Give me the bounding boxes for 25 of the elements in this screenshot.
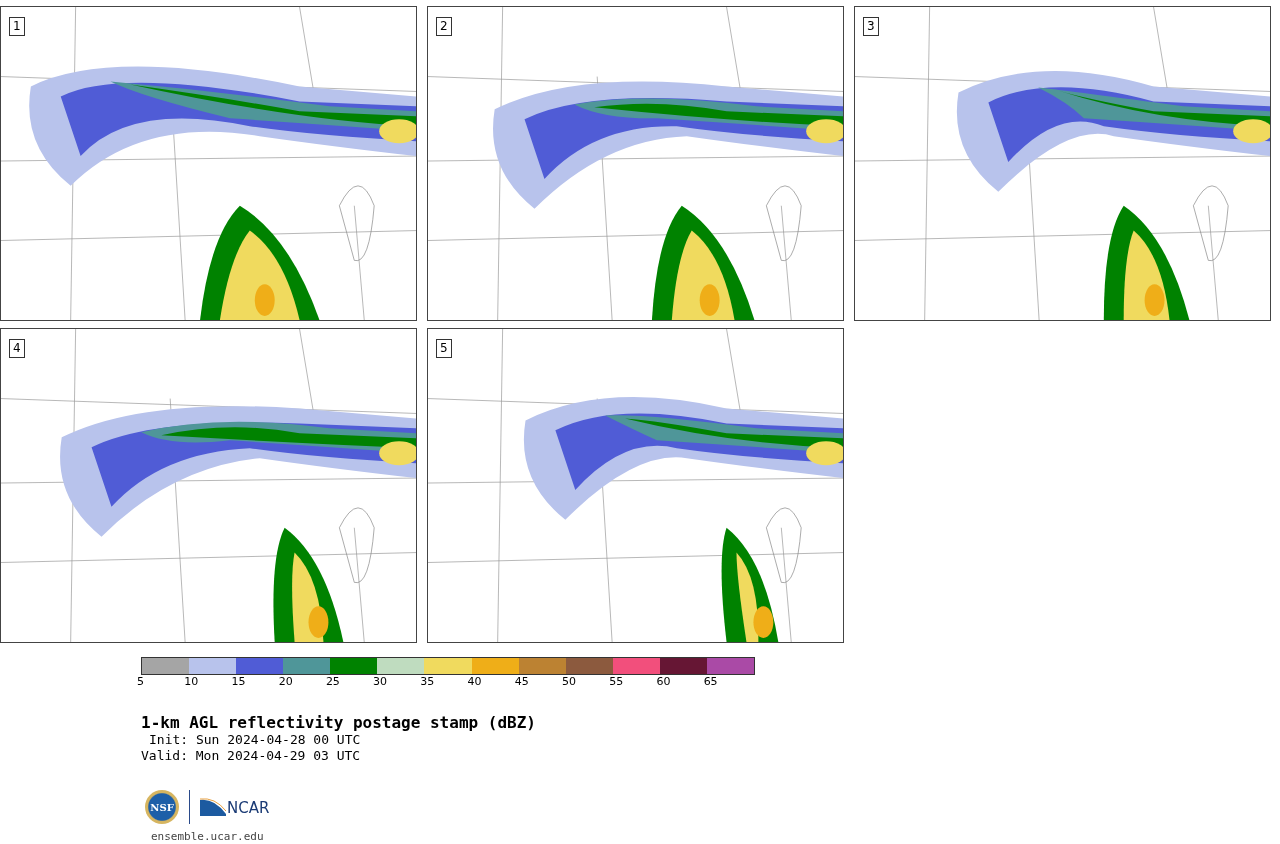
tick-label: 65: [703, 675, 718, 688]
tick-label: 40: [467, 675, 482, 688]
tick-label: 55: [609, 675, 624, 688]
tick-label: 15: [231, 675, 246, 688]
website-url: ensemble.ucar.edu: [151, 830, 265, 843]
init-time: Init: Sun 2024-04-28 00 UTC: [148, 732, 362, 748]
tick-label: 30: [373, 675, 388, 688]
tick-label: 20: [278, 675, 293, 688]
tick-label: 45: [514, 675, 529, 688]
tick-label: 50: [561, 675, 576, 688]
valid-time: Valid: Mon 2024-04-29 03 UTC: [141, 748, 362, 764]
panel-number: 4: [9, 339, 25, 358]
panel-number: 2: [436, 17, 452, 36]
tick-label: 10: [184, 675, 199, 688]
panel-number: 1: [9, 17, 25, 36]
chart-title: 1-km AGL reflectivity postage stamp (dBZ): [141, 713, 537, 732]
ncar-logo[interactable]: NCAR: [227, 800, 270, 816]
tick-label: 35: [420, 675, 435, 688]
panel-number: 5: [436, 339, 452, 358]
tick-label: 25: [325, 675, 340, 688]
ncar-logo-icon: [200, 798, 226, 816]
nsf-logo[interactable]: NSF: [145, 790, 179, 824]
panel-number: 3: [863, 17, 879, 36]
tick-label: 60: [656, 675, 671, 688]
tick-label: 5: [137, 675, 144, 688]
